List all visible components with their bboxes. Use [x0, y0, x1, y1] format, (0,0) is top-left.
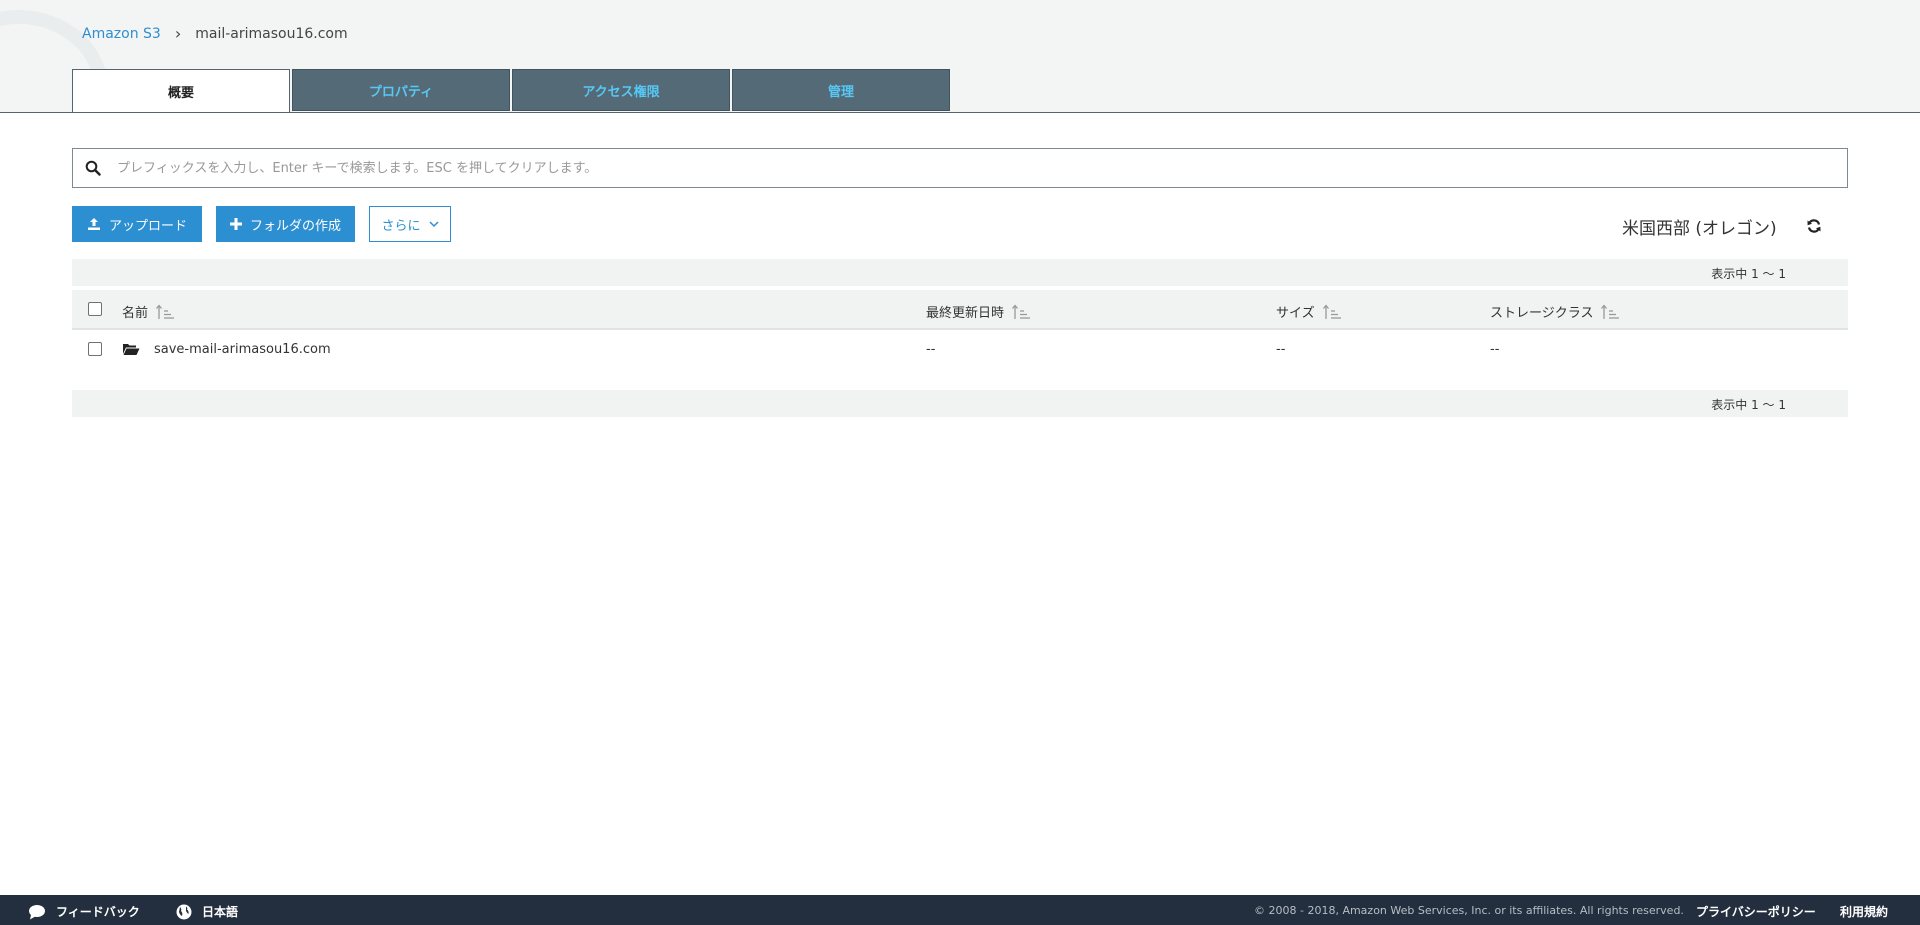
privacy-policy-link[interactable]: プライバシーポリシー — [1696, 903, 1816, 920]
terms-of-use-link[interactable]: 利用規約 — [1840, 903, 1888, 920]
chevron-down-icon — [428, 220, 439, 227]
tab-properties[interactable]: プロパティ — [292, 69, 510, 111]
create-folder-button[interactable]: フォルダの作成 — [216, 206, 355, 242]
pagination-text-top: 表示中 1 ～ 1 — [1711, 267, 1786, 281]
folder-open-icon — [123, 344, 140, 355]
pagination-text-bottom: 表示中 1 ～ 1 — [1711, 398, 1786, 412]
select-all-checkbox[interactable] — [88, 302, 102, 316]
cell-size: -- — [1276, 342, 1286, 357]
column-header-last-modified-label: 最終更新日時 — [926, 306, 1005, 321]
tab-bar: 概要 プロパティ アクセス権限 管理 — [72, 69, 952, 112]
sort-icon[interactable] — [1012, 303, 1032, 320]
breadcrumb-current-bucket: mail-arimasou16.com — [195, 25, 348, 42]
tab-overview[interactable]: 概要 — [72, 69, 290, 112]
footer: フィードバック 日本語 © 2008 - 2018, Amazon Web Se… — [0, 895, 1920, 925]
upload-button-label: アップロード — [108, 218, 187, 234]
sort-icon[interactable] — [1601, 303, 1621, 320]
copyright-text: © 2008 - 2018, Amazon Web Services, Inc.… — [1254, 904, 1684, 917]
feedback-link[interactable]: フィードバック — [28, 903, 140, 920]
plus-icon — [229, 218, 242, 230]
column-header-name: 名前 — [122, 302, 176, 321]
column-header-name-label: 名前 — [122, 306, 149, 321]
pagination-bar-bottom: 表示中 1 ～ 1 — [72, 390, 1848, 417]
more-actions-label: さらに — [381, 218, 421, 234]
language-label: 日本語 — [202, 905, 239, 919]
header-band: Amazon S3 › mail-arimasou16.com 概要 プロパティ… — [0, 0, 1920, 113]
prefix-search-box — [72, 148, 1848, 188]
column-header-size: サイズ — [1276, 302, 1343, 321]
breadcrumb: Amazon S3 › mail-arimasou16.com — [82, 24, 348, 43]
pagination-bar-top: 表示中 1 ～ 1 — [72, 259, 1848, 286]
language-selector[interactable]: 日本語 — [176, 903, 238, 920]
upload-icon — [87, 218, 100, 230]
tab-management[interactable]: 管理 — [732, 69, 950, 111]
row-checkbox[interactable] — [88, 342, 102, 356]
table-row: save-mail-arimasou16.com -- -- -- — [72, 330, 1848, 370]
globe-icon — [176, 904, 192, 919]
breadcrumb-separator-icon: › — [174, 24, 182, 43]
breadcrumb-link-amazon-s3[interactable]: Amazon S3 — [82, 26, 161, 42]
sort-icon[interactable] — [156, 303, 176, 320]
table-header: 名前 最終更新日時 サイズ ストレージクラス — [72, 290, 1848, 330]
feedback-label: フィードバック — [56, 905, 140, 919]
column-header-storage-class-label: ストレージクラス — [1490, 306, 1594, 321]
column-header-storage-class: ストレージクラス — [1490, 302, 1621, 321]
create-folder-button-label: フォルダの作成 — [249, 218, 341, 234]
folder-name-link[interactable]: save-mail-arimasou16.com — [154, 342, 331, 357]
search-icon — [85, 160, 101, 176]
prefix-search-input[interactable] — [115, 159, 1847, 177]
tab-permissions[interactable]: アクセス権限 — [512, 69, 730, 111]
more-actions-dropdown[interactable]: さらに — [369, 206, 451, 242]
column-header-size-label: サイズ — [1276, 306, 1315, 321]
region-label: 米国西部 (オレゴン) — [1622, 219, 1777, 239]
upload-button[interactable]: アップロード — [72, 206, 202, 242]
refresh-icon[interactable] — [1806, 218, 1822, 234]
sort-icon[interactable] — [1322, 303, 1343, 320]
column-header-last-modified: 最終更新日時 — [926, 302, 1032, 321]
speech-bubble-icon — [29, 904, 45, 919]
cell-last-modified: -- — [926, 342, 936, 357]
cell-storage-class: -- — [1490, 342, 1500, 357]
